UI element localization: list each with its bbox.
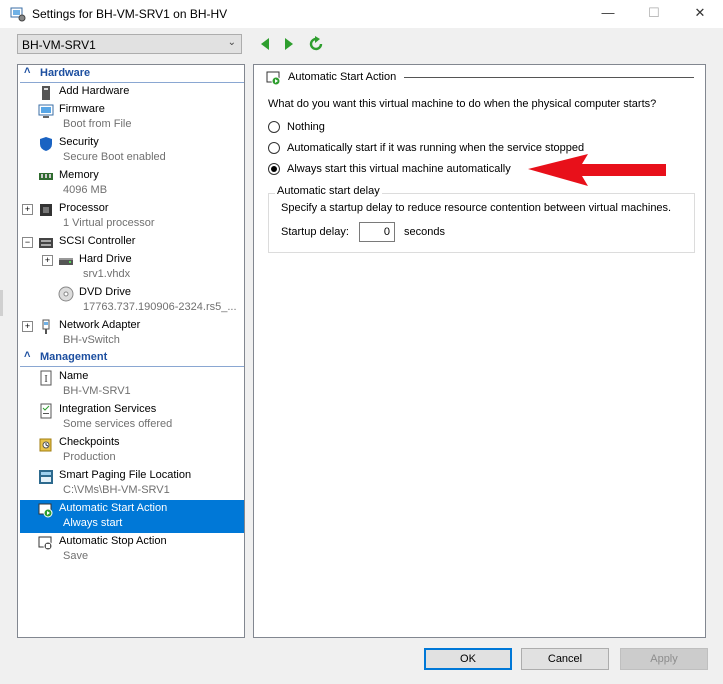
integration-services-icon: [40, 403, 52, 419]
start-action-question: What do you want this virtual machine to…: [268, 98, 657, 110]
hard-drive-icon: [59, 258, 73, 265]
tree-item-checkpoints[interactable]: Checkpoints Production: [20, 434, 244, 467]
settings-tree: ˄ Hardware Add Hardware Firmware Boot fr…: [17, 64, 245, 638]
panel-title: Automatic Start Action: [288, 71, 397, 83]
collapse-icon[interactable]: −: [22, 237, 33, 248]
startup-delay-unit: seconds: [404, 226, 445, 238]
vm-selector-value: BH-VM-SRV1: [22, 38, 96, 52]
startup-delay-label: Startup delay:: [281, 226, 349, 238]
tree-item-hard-drive[interactable]: + Hard Drive srv1.vhdx: [20, 251, 244, 284]
tree-item-automatic-start-action[interactable]: Automatic Start Action Always start: [20, 500, 244, 533]
start-delay-description: Specify a startup delay to reduce resour…: [281, 202, 672, 214]
processor-icon: [40, 204, 52, 216]
network-adapter-icon: [42, 319, 50, 334]
expand-icon[interactable]: +: [22, 321, 33, 332]
window-edge: [0, 290, 3, 316]
hardware-section-header[interactable]: ˄ Hardware: [20, 65, 244, 83]
svg-text:I: I: [44, 374, 47, 385]
vm-settings-icon: [10, 7, 26, 22]
forward-arrow-icon[interactable]: [280, 36, 296, 52]
expand-icon[interactable]: +: [42, 255, 53, 266]
tree-item-name[interactable]: I Name BH-VM-SRV1: [20, 368, 244, 401]
radio-nothing-label[interactable]: Nothing: [287, 121, 325, 133]
shield-icon: [40, 137, 52, 151]
window-title: Settings for BH-VM-SRV1 on BH-HV: [32, 7, 228, 21]
tree-item-network-adapter[interactable]: + Network Adapter BH-vSwitch: [20, 317, 244, 350]
tree-item-memory[interactable]: Memory 4096 MB: [20, 167, 244, 200]
back-arrow-icon[interactable]: [258, 36, 274, 52]
startup-delay-value: 0: [383, 226, 390, 238]
automatic-start-icon: [266, 71, 281, 86]
name-icon: I: [40, 370, 52, 386]
tree-item-smart-paging[interactable]: Smart Paging File Location C:\VMs\BH-VM-…: [20, 467, 244, 500]
automatic-start-icon: [38, 503, 53, 518]
tree-item-integration-services[interactable]: Integration Services Some services offer…: [20, 401, 244, 434]
automatic-stop-icon: [38, 536, 53, 551]
checkpoints-icon: [39, 438, 52, 452]
memory-icon: [39, 173, 53, 180]
tree-item-automatic-stop-action[interactable]: Automatic Stop Action Save: [20, 533, 244, 566]
smart-paging-icon: [39, 470, 53, 484]
title-bar: Settings for BH-VM-SRV1 on BH-HV — ☐ ✕: [0, 0, 723, 28]
add-hardware-icon: [42, 86, 50, 100]
firmware-icon: [38, 104, 54, 118]
red-arrow-annotation: [528, 154, 666, 186]
start-delay-group-title: Automatic start delay: [275, 185, 382, 197]
radio-always-start-label[interactable]: Always start this virtual machine automa…: [287, 163, 511, 175]
close-button[interactable]: ✕: [677, 0, 723, 28]
radio-start-if-running[interactable]: [268, 142, 280, 154]
startup-delay-input[interactable]: 0: [359, 222, 395, 242]
apply-button[interactable]: Apply: [620, 648, 708, 670]
management-section-header[interactable]: ˄ Management: [20, 349, 244, 367]
refresh-icon[interactable]: [308, 36, 324, 52]
minimize-button[interactable]: —: [585, 0, 631, 28]
dvd-drive-icon: [58, 286, 74, 302]
ok-button[interactable]: OK: [424, 648, 512, 670]
settings-detail-panel: Automatic Start Action What do you want …: [253, 64, 706, 638]
tree-item-security[interactable]: Security Secure Boot enabled: [20, 134, 244, 167]
chevron-down-icon: ⌄: [227, 37, 236, 48]
scsi-controller-icon: [39, 238, 53, 248]
cancel-button[interactable]: Cancel: [521, 648, 609, 670]
tree-item-firmware[interactable]: Firmware Boot from File: [20, 101, 244, 134]
tree-item-processor[interactable]: + Processor 1 Virtual processor: [20, 200, 244, 233]
collapse-chevron-icon: ˄: [24, 349, 31, 361]
maximize-button[interactable]: ☐: [631, 0, 677, 28]
radio-always-start[interactable]: [268, 163, 280, 175]
vm-selector-dropdown[interactable]: BH-VM-SRV1 ⌄: [17, 34, 242, 54]
tree-item-dvd-drive[interactable]: DVD Drive 17763.737.190906-2324.rs5_...: [20, 284, 244, 317]
radio-nothing[interactable]: [268, 121, 280, 133]
expand-icon[interactable]: +: [22, 204, 33, 215]
title-divider: [404, 77, 694, 78]
collapse-chevron-icon: ˄: [24, 65, 31, 77]
